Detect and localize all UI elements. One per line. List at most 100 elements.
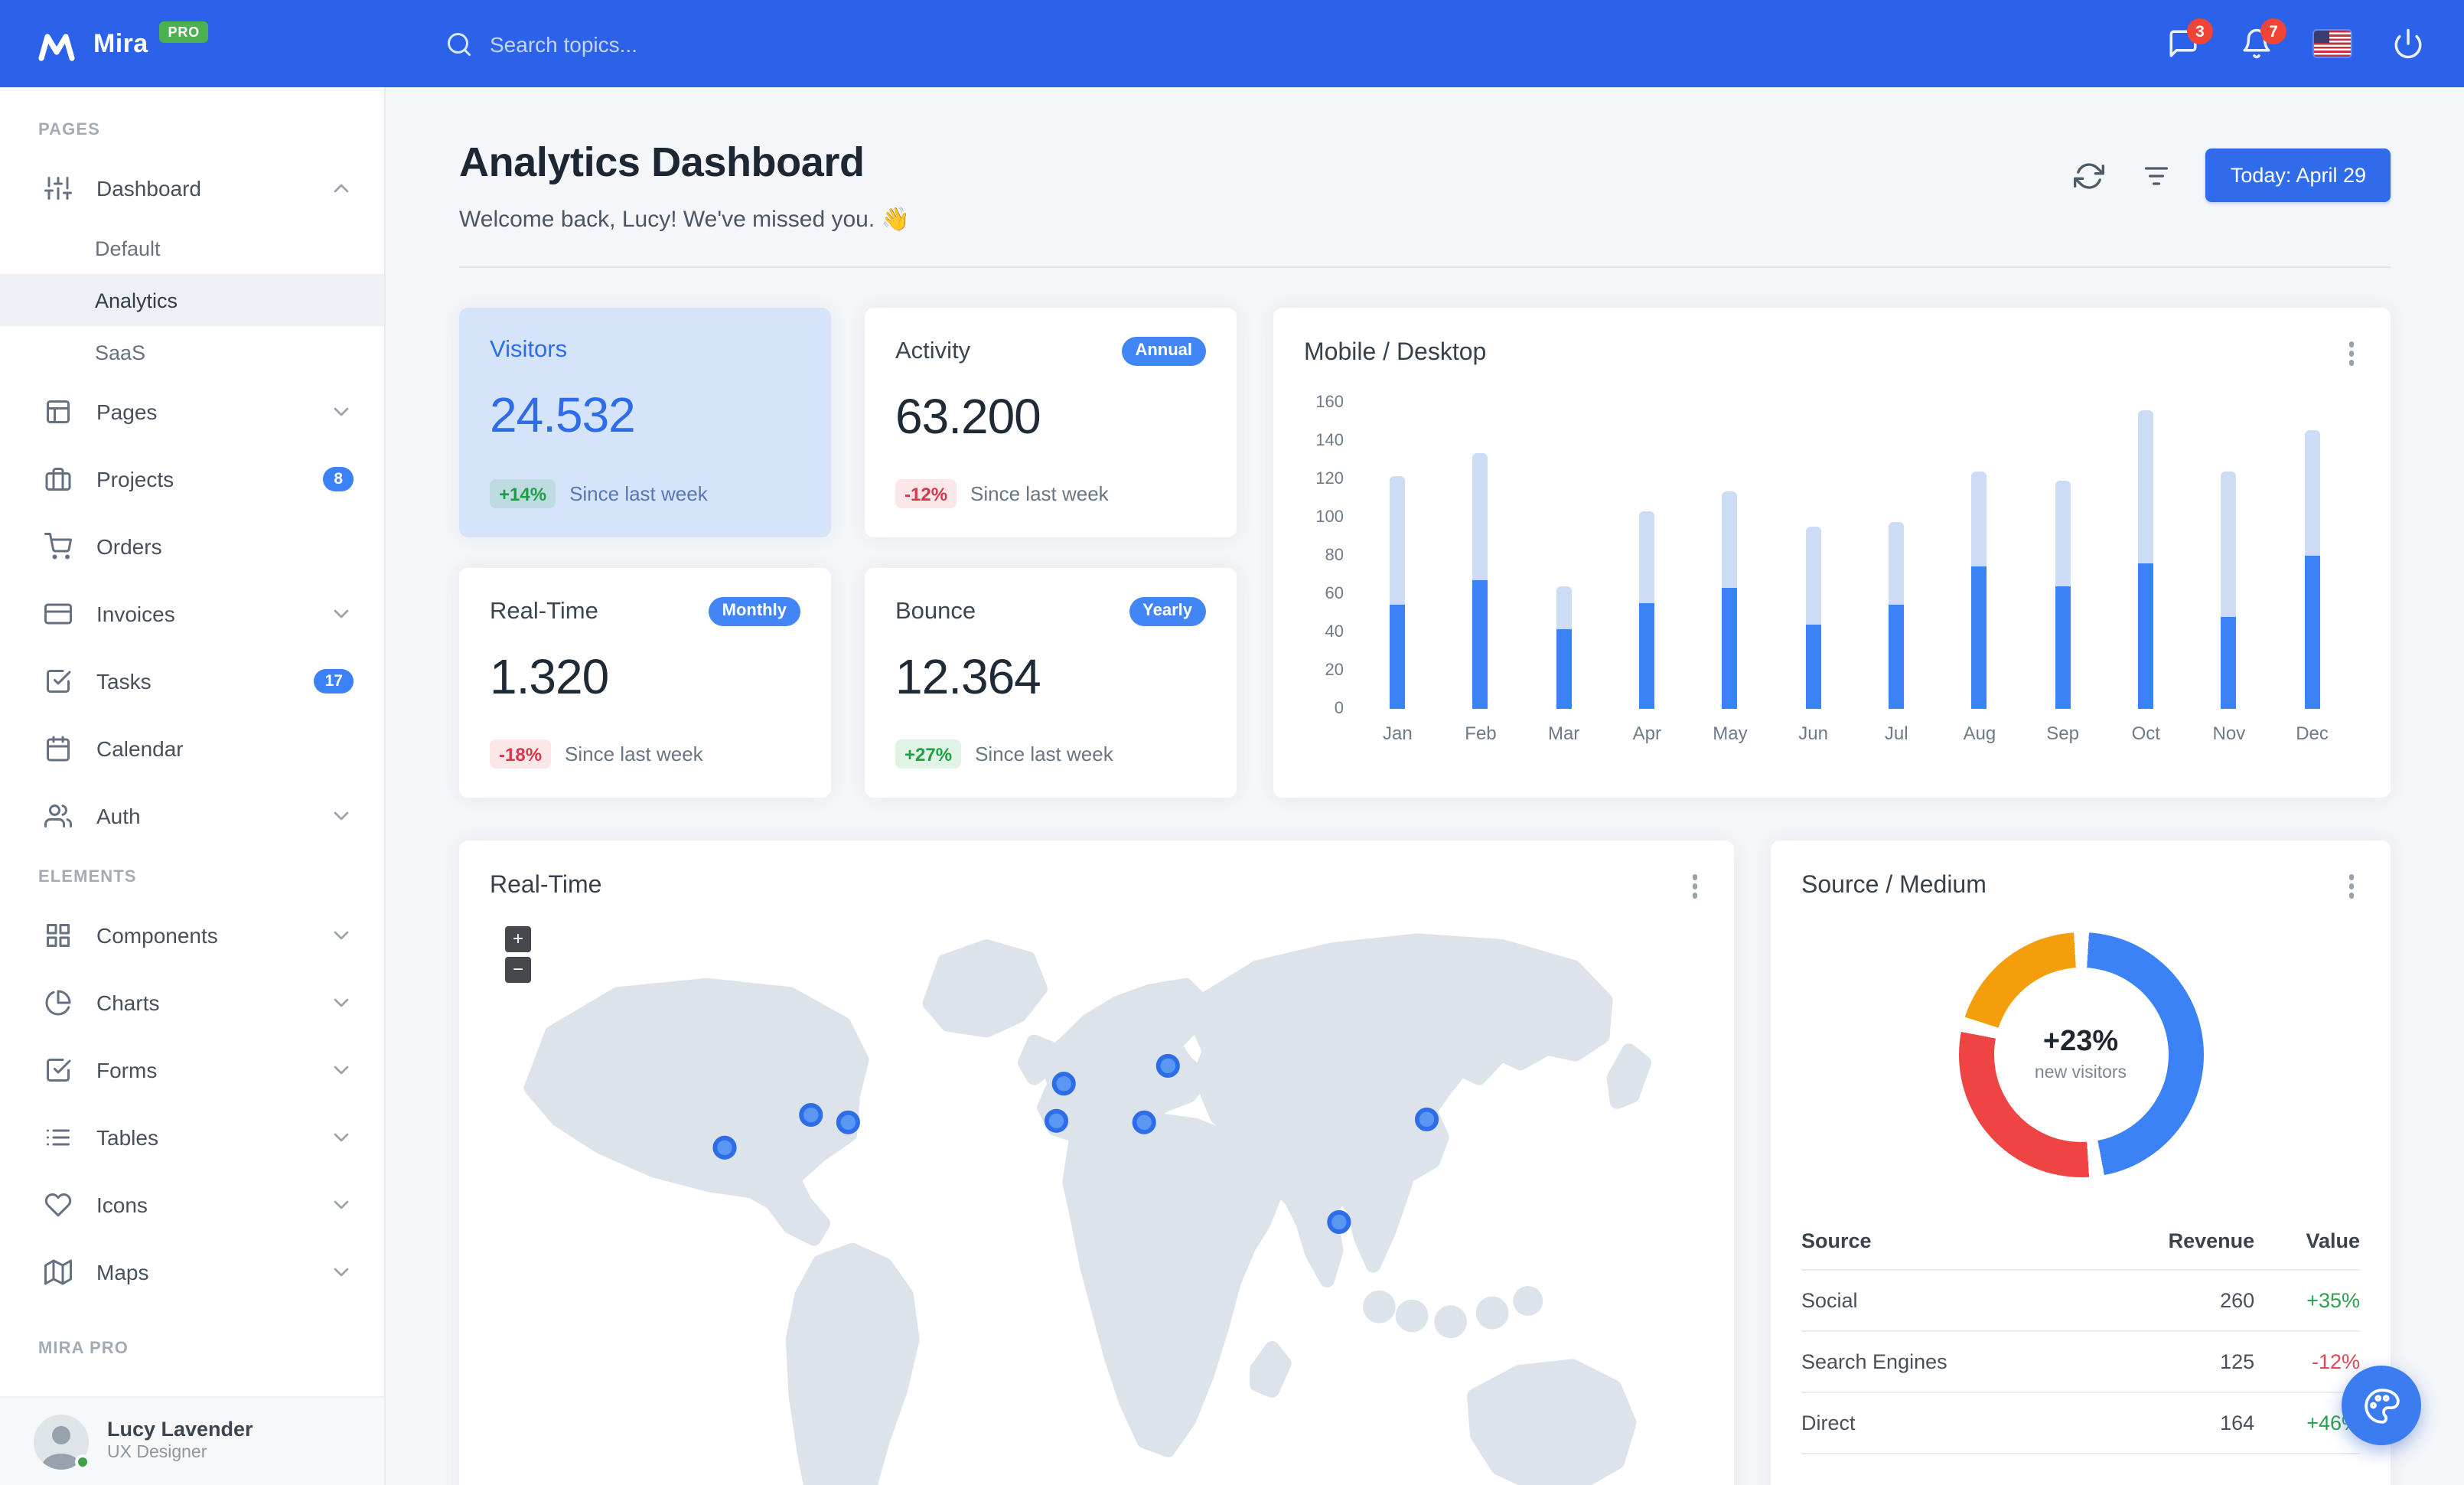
donut-center-caption: new visitors: [2034, 1064, 2127, 1082]
sidebar-subitem-saas[interactable]: SaaS: [0, 326, 384, 378]
x-tick-label: Mar: [1547, 722, 1580, 743]
sidebar-item-projects[interactable]: Projects 8: [0, 445, 384, 513]
sign-out-button[interactable]: [2392, 28, 2424, 60]
list-icon: [44, 1124, 72, 1151]
map-marker[interactable]: [1132, 1109, 1156, 1134]
map-marker[interactable]: [1051, 1071, 1076, 1095]
bar-apr[interactable]: Apr: [1605, 402, 1689, 743]
sidebar-item-orders[interactable]: Orders: [0, 513, 384, 580]
cell-source: Social: [1801, 1269, 2087, 1331]
chevron-down-icon: [329, 602, 354, 626]
map-zoom-in-button[interactable]: +: [505, 925, 531, 951]
sidebar-item-components[interactable]: Components: [0, 902, 384, 969]
sidebar-item-pages[interactable]: Pages: [0, 378, 384, 445]
stat-value: 12.364: [895, 649, 1041, 705]
brand[interactable]: Mira PRO: [0, 21, 352, 64]
grid-icon: [44, 922, 72, 949]
top-navbar: Mira PRO 3 7: [0, 0, 2464, 87]
sidebar-subitem-analytics[interactable]: Analytics: [0, 274, 384, 326]
sidebar-section-header: ELEMENTS: [38, 868, 137, 886]
stat-period-badge[interactable]: Annual: [1121, 337, 1206, 367]
bar-jan[interactable]: Jan: [1356, 402, 1439, 743]
bar-may[interactable]: May: [1689, 402, 1772, 743]
stat-delta: +27%: [895, 739, 962, 769]
bar-jun[interactable]: Jun: [1771, 402, 1855, 743]
sidebar-subitem-default[interactable]: Default: [0, 222, 384, 274]
cell-value: -12%: [2254, 1330, 2360, 1392]
user-name: Lucy Lavender: [107, 1417, 253, 1441]
bar-jul[interactable]: Jul: [1855, 402, 1938, 743]
sidebar-item-icons[interactable]: Icons: [0, 1171, 384, 1239]
source-table-row[interactable]: Search Engines 125 -12%: [1801, 1330, 2360, 1392]
sidebar-item-label: Auth: [96, 804, 141, 828]
chart-menu-button[interactable]: [2342, 335, 2360, 371]
bar-feb[interactable]: Feb: [1439, 402, 1523, 743]
x-tick-label: Oct: [2131, 722, 2160, 743]
messages-button[interactable]: 3: [2167, 18, 2213, 60]
online-status-dot: [75, 1454, 90, 1469]
sidebar-item-auth[interactable]: Auth: [0, 782, 384, 850]
map-marker[interactable]: [712, 1134, 737, 1159]
map-marker[interactable]: [1327, 1209, 1351, 1234]
x-tick-label: Jul: [1884, 722, 1908, 743]
map-marker[interactable]: [1044, 1108, 1069, 1132]
source-table-row[interactable]: Social 260 +35%: [1801, 1269, 2360, 1331]
bar-nov[interactable]: Nov: [2188, 402, 2271, 743]
stat-period-badge[interactable]: Yearly: [1129, 597, 1206, 627]
power-icon: [2394, 28, 2422, 59]
mobile-desktop-card: Mobile / Desktop 160 140 120 100 80 60 40 20 0 J…: [1273, 308, 2391, 798]
source-menu-button[interactable]: [2342, 868, 2360, 904]
map-icon: [44, 1258, 72, 1286]
map-marker[interactable]: [836, 1109, 860, 1134]
sidebar-item-calendar[interactable]: Calendar: [0, 715, 384, 782]
sidebar-section-header: MIRA PRO: [38, 1340, 129, 1358]
map-marker[interactable]: [1414, 1106, 1439, 1131]
sidebar-item-forms[interactable]: Forms: [0, 1036, 384, 1104]
navbar-search[interactable]: [445, 30, 857, 57]
refresh-button[interactable]: [2071, 157, 2108, 194]
source-table-row[interactable]: Direct 164 +46%: [1801, 1392, 2360, 1454]
y-tick-label: 80: [1325, 546, 1344, 564]
sidebar-user[interactable]: Lucy Lavender UX Designer: [0, 1396, 384, 1485]
map-marker[interactable]: [1155, 1053, 1180, 1077]
sidebar-item-tables[interactable]: Tables: [0, 1104, 384, 1171]
date-range-button[interactable]: Today: April 29: [2205, 148, 2391, 202]
credit-card-icon: [44, 600, 72, 628]
map-zoom-out-button[interactable]: −: [505, 956, 531, 982]
sidebar-item-dashboard[interactable]: Dashboard: [0, 155, 384, 222]
bar-sep[interactable]: Sep: [2021, 402, 2104, 743]
filter-button[interactable]: [2139, 157, 2176, 194]
sidebar-item-maps[interactable]: Maps: [0, 1239, 384, 1306]
map-menu-button[interactable]: [1686, 868, 1703, 904]
notifications-button[interactable]: 7: [2241, 18, 2286, 60]
sidebar-item-tasks[interactable]: Tasks 17: [0, 648, 384, 715]
language-button[interactable]: [2314, 31, 2351, 57]
stat-note: Since last week: [565, 742, 703, 765]
map-marker[interactable]: [799, 1102, 823, 1127]
refresh-icon: [2074, 162, 2105, 188]
chevron-down-icon: [329, 804, 354, 828]
sidebar-item-invoices[interactable]: Invoices: [0, 580, 384, 648]
sidebar-item-charts[interactable]: Charts: [0, 969, 384, 1036]
world-map: [523, 932, 1652, 1485]
chevron-down-icon: [329, 923, 354, 948]
messages-count-badge: 3: [2187, 18, 2213, 44]
chart-card-title: Mobile / Desktop: [1304, 339, 1487, 366]
bar-dec[interactable]: Dec: [2270, 402, 2354, 743]
chevron-down-icon: [329, 400, 354, 424]
map-zoom-controls: + −: [505, 925, 531, 987]
bar-aug[interactable]: Aug: [1938, 402, 2022, 743]
check-square-icon: [44, 1056, 72, 1084]
heart-icon: [44, 1191, 72, 1219]
donut-center: +23% new visitors: [1993, 967, 2168, 1141]
search-input[interactable]: [490, 31, 857, 56]
bar-chart: 160 140 120 100 80 60 40 20 0 Jan Feb Mar Apr May Jun…: [1273, 371, 2391, 743]
stat-period-badge[interactable]: Monthly: [708, 597, 800, 627]
col-value: Value: [2254, 1213, 2360, 1270]
bar-oct[interactable]: Oct: [2104, 402, 2188, 743]
x-tick-label: Dec: [2296, 722, 2329, 743]
theme-settings-button[interactable]: [2342, 1366, 2421, 1445]
sidebar-item-label: Orders: [96, 534, 162, 559]
bar-mar[interactable]: Mar: [1522, 402, 1605, 743]
sidebar-item-label: Tasks: [96, 669, 152, 694]
